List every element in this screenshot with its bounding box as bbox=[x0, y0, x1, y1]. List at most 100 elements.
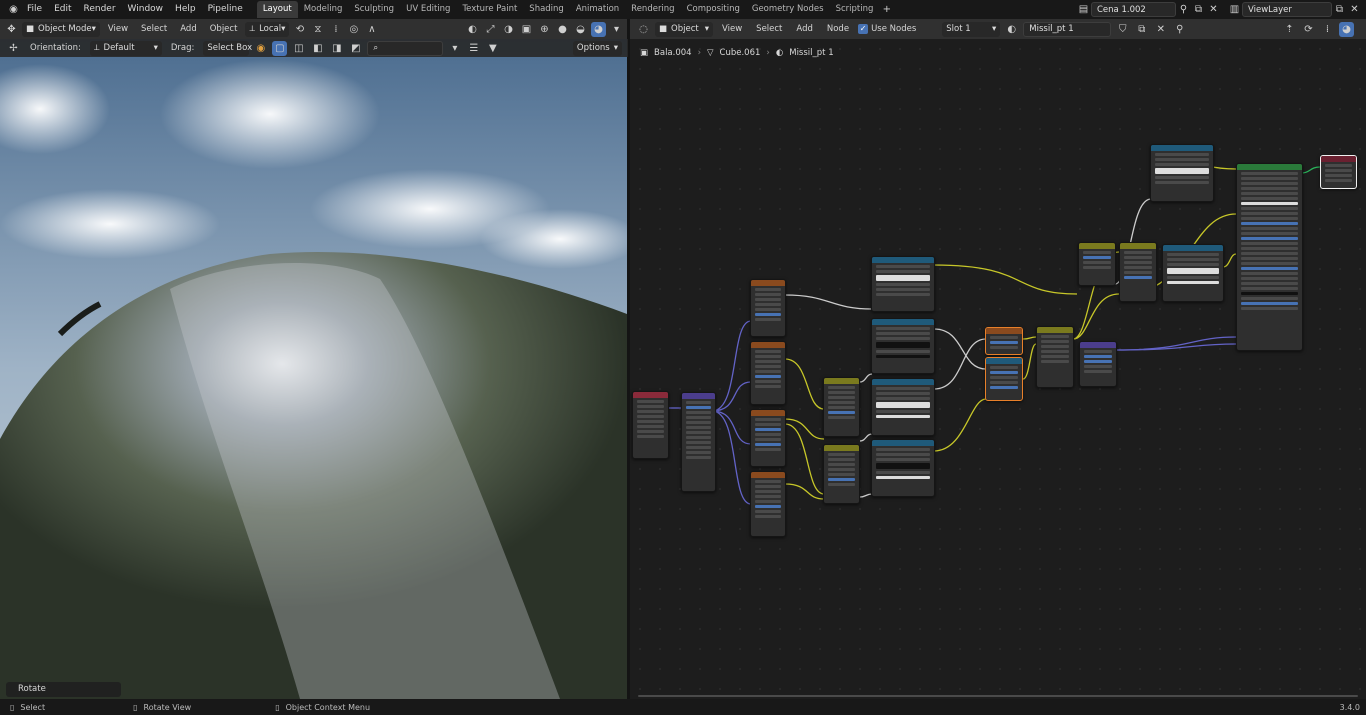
node-noise-texture-3[interactable] bbox=[750, 409, 786, 467]
shading-options-icon[interactable]: ▾ bbox=[609, 22, 624, 37]
delete-view-layer-icon[interactable]: ✕ bbox=[1347, 2, 1362, 17]
parent-node-tree-icon[interactable]: ⇡ bbox=[1282, 22, 1297, 37]
shading-material-icon[interactable]: ◒ bbox=[573, 22, 588, 37]
delete-scene-icon[interactable]: ✕ bbox=[1206, 2, 1221, 17]
node-noise-texture-4[interactable] bbox=[750, 471, 786, 537]
view-layer-icon[interactable]: ▥ bbox=[1227, 2, 1242, 17]
material-name-field[interactable]: Missil_pt 1 bbox=[1023, 21, 1112, 37]
node-bump[interactable] bbox=[1079, 341, 1117, 387]
tab-scripting[interactable]: Scripting bbox=[830, 1, 880, 18]
proportional-edit-icon[interactable]: ◎ bbox=[346, 22, 361, 37]
node-math-1[interactable] bbox=[985, 327, 1023, 355]
fake-user-icon[interactable]: ⛉ bbox=[1115, 22, 1130, 37]
slot-dropdown[interactable]: Slot 1 ▾ bbox=[942, 21, 1001, 37]
node-menu-add[interactable]: Add bbox=[791, 24, 817, 34]
tab-texture-paint[interactable]: Texture Paint bbox=[456, 1, 523, 18]
node-mix-4[interactable] bbox=[1119, 242, 1157, 302]
visibility-icon[interactable]: ◐ bbox=[465, 22, 480, 37]
color-wheel-icon[interactable]: ◉ bbox=[253, 41, 268, 56]
shading-wireframe-icon[interactable]: ⊕ bbox=[537, 22, 552, 37]
transform-orientation-dropdown[interactable]: ⟂ Local ▾ bbox=[245, 21, 290, 37]
last-operator-panel[interactable]: Rotate bbox=[6, 682, 121, 697]
node-color-ramp-3[interactable] bbox=[871, 378, 935, 436]
3d-viewport[interactable]: Rotate bbox=[0, 39, 627, 699]
list-icon[interactable]: ☰ bbox=[466, 41, 481, 56]
menu-render[interactable]: Render bbox=[78, 0, 122, 19]
material-browse-icon[interactable]: ◐ bbox=[1004, 22, 1019, 37]
pin-icon[interactable]: ⚲ bbox=[1172, 22, 1187, 37]
node-math-3[interactable] bbox=[1078, 242, 1116, 286]
gizmo-icon[interactable]: ⤢ bbox=[483, 22, 498, 37]
tab-animation[interactable]: Animation bbox=[570, 1, 625, 18]
new-material-icon[interactable]: ⧉ bbox=[1134, 22, 1149, 37]
node-editor-type-icon[interactable]: ◌ bbox=[636, 22, 651, 37]
tab-compositing[interactable]: Compositing bbox=[681, 1, 746, 18]
select-mode-new-icon[interactable]: ▢ bbox=[272, 40, 288, 56]
snapping-icon[interactable]: ⟳ bbox=[1301, 22, 1316, 37]
viewport-menu-add[interactable]: Add bbox=[175, 24, 201, 34]
node-editor[interactable]: ▣ Bala.004 › ▽ Cube.061 › ◐ Missil_pt 1 bbox=[630, 39, 1366, 699]
node-color-ramp-6[interactable] bbox=[1150, 144, 1214, 202]
new-view-layer-icon[interactable]: ⧉ bbox=[1332, 2, 1347, 17]
drag-dropdown[interactable]: Select Box bbox=[203, 40, 252, 56]
node-menu-node[interactable]: Node bbox=[822, 24, 854, 34]
tab-shading[interactable]: Shading bbox=[523, 1, 570, 18]
mode-dropdown[interactable]: ■ Object Mode ▾ bbox=[22, 21, 100, 37]
orientation-dropdown[interactable]: ⟂ Default ▾ bbox=[89, 40, 162, 56]
menu-pipeline[interactable]: Pipeline bbox=[202, 0, 249, 19]
node-color-ramp-2[interactable] bbox=[871, 318, 935, 374]
dropdown-arrow-icon[interactable]: ▾ bbox=[447, 41, 462, 56]
tab-rendering[interactable]: Rendering bbox=[625, 1, 680, 18]
menu-help[interactable]: Help bbox=[169, 0, 202, 19]
pivot-icon[interactable]: ⟲ bbox=[292, 22, 307, 37]
menu-file[interactable]: File bbox=[21, 0, 48, 19]
add-workspace-icon[interactable]: + bbox=[879, 2, 894, 17]
tab-layout[interactable]: Layout bbox=[256, 1, 298, 18]
select-mode-intersect-icon[interactable]: ◩ bbox=[348, 41, 363, 56]
blender-logo-icon[interactable]: ◉ bbox=[6, 2, 21, 17]
new-scene-icon[interactable]: ⧉ bbox=[1191, 2, 1206, 17]
node-menu-view[interactable]: View bbox=[717, 24, 747, 34]
tab-uv-editing[interactable]: UV Editing bbox=[400, 1, 456, 18]
node-noise-texture-1[interactable] bbox=[750, 279, 786, 337]
select-mode-subtract-icon[interactable]: ◧ bbox=[310, 41, 325, 56]
scene-icon[interactable]: ▤ bbox=[1076, 2, 1091, 17]
viewport-menu-select[interactable]: Select bbox=[136, 24, 172, 34]
shader-type-dropdown[interactable]: ■ Object ▾ bbox=[655, 21, 713, 37]
filter-icon[interactable]: ▼ bbox=[485, 41, 500, 56]
node-mapping[interactable] bbox=[681, 392, 716, 492]
viewport-search-input[interactable]: ⌕ bbox=[367, 40, 444, 56]
shading-rendered-icon[interactable]: ◕ bbox=[591, 21, 606, 37]
node-texture-coordinate[interactable] bbox=[632, 391, 669, 459]
node-color-ramp-1[interactable] bbox=[871, 256, 935, 312]
view-layer-field[interactable]: ViewLayer bbox=[1242, 2, 1332, 17]
node-color-ramp-5[interactable] bbox=[1162, 244, 1224, 302]
overlay-icon[interactable]: ◑ bbox=[501, 22, 516, 37]
node-color-ramp-4[interactable] bbox=[871, 439, 935, 497]
node-principled-bsdf[interactable] bbox=[1236, 163, 1303, 351]
menu-edit[interactable]: Edit bbox=[48, 0, 77, 19]
options-dropdown[interactable]: Options ▾ bbox=[572, 40, 622, 56]
falloff-icon[interactable]: ∧ bbox=[364, 22, 379, 37]
viewport-menu-view[interactable]: View bbox=[103, 24, 133, 34]
tab-modeling[interactable]: Modeling bbox=[298, 1, 349, 18]
node-mix-2[interactable] bbox=[823, 444, 860, 504]
tab-sculpting[interactable]: Sculpting bbox=[348, 1, 400, 18]
shading-solid-icon[interactable]: ● bbox=[555, 22, 570, 37]
node-overlay-icon[interactable]: ◕ bbox=[1339, 21, 1354, 37]
tab-geometry-nodes[interactable]: Geometry Nodes bbox=[746, 1, 830, 18]
select-mode-invert-icon[interactable]: ◨ bbox=[329, 41, 344, 56]
node-math-2[interactable] bbox=[985, 357, 1023, 401]
snap-icon[interactable]: ⧖ bbox=[310, 22, 325, 37]
node-menu-select[interactable]: Select bbox=[751, 24, 787, 34]
viewport-menu-object[interactable]: Object bbox=[205, 24, 243, 34]
horizontal-scrollbar[interactable] bbox=[638, 695, 1358, 697]
snap-options-icon[interactable]: ⁞ bbox=[1320, 22, 1335, 37]
snap-target-icon[interactable]: ⁞ bbox=[328, 22, 343, 37]
node-mix-3[interactable] bbox=[1036, 326, 1074, 388]
xray-icon[interactable]: ▣ bbox=[519, 22, 534, 37]
node-noise-texture-2[interactable] bbox=[750, 341, 786, 405]
node-mix-1[interactable] bbox=[823, 377, 860, 437]
select-mode-extend-icon[interactable]: ◫ bbox=[291, 41, 306, 56]
move-tool-icon[interactable]: ✢ bbox=[6, 41, 21, 56]
